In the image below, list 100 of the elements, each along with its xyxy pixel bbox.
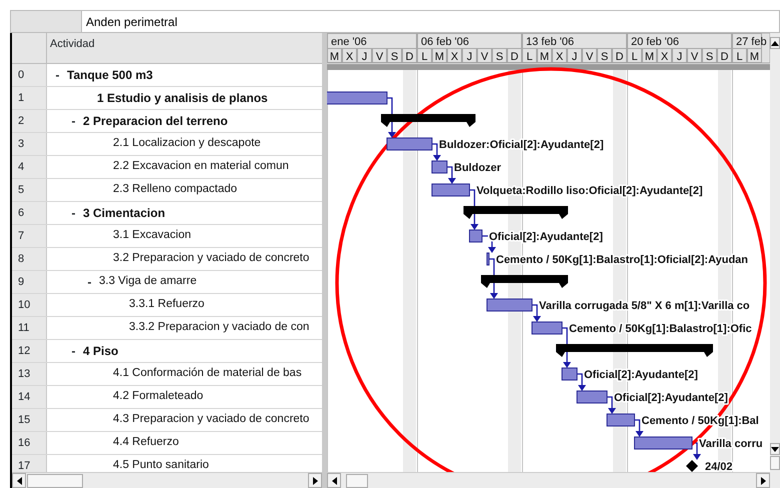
row-number: 2 — [12, 110, 47, 132]
scrollbar-thumb[interactable] — [346, 474, 368, 488]
row-number: 14 — [12, 386, 47, 408]
week-header: 20 feb '06 — [627, 33, 732, 49]
row-number: 0 — [12, 64, 47, 86]
scroll-down-button[interactable] — [770, 443, 780, 455]
scroll-left-button[interactable] — [12, 473, 26, 488]
resource-label: Varilla corrugada 5/8" X 6 m[1]:Varilla co — [539, 300, 750, 312]
task-bar[interactable] — [606, 414, 635, 426]
day-header: D — [612, 48, 627, 63]
activity-name: 4.4 Refuerzo — [113, 435, 179, 450]
day-header: X — [447, 48, 462, 63]
resource-label: Oficial[2]:Ayudante[2] — [489, 231, 603, 243]
scroll-right-button[interactable] — [756, 473, 770, 488]
column-header: Actividad — [49, 37, 96, 52]
day-header: M — [432, 48, 447, 63]
week-header: 27 feb — [732, 33, 767, 49]
activity-name: 4.1 Conformación de material de bas — [113, 366, 302, 382]
down-arrow-icon — [771, 446, 779, 452]
week-header: 06 feb '06 — [417, 33, 522, 49]
resource-label: Oficial[2]:Ayudante[2] — [584, 369, 698, 381]
dependency-arrow — [577, 373, 586, 391]
row-number: 5 — [12, 179, 47, 201]
horizontal-scrollbar[interactable] — [12, 472, 322, 488]
activity-name: 4.2 Formaleteado — [113, 389, 204, 404]
task-bar[interactable] — [486, 298, 532, 312]
left-arrow-icon — [16, 476, 22, 484]
collapse-toggle[interactable]: - — [69, 346, 78, 356]
resource-label: Varilla corru — [699, 438, 763, 450]
scrollbar-thumb[interactable] — [770, 456, 780, 470]
collapse-toggle[interactable]: - — [69, 116, 78, 126]
day-header: X — [657, 48, 672, 63]
dependency-arrow — [692, 442, 701, 460]
resource-label: Cemento / 50Kg[1]:Balastro[1]:Oficial[2]:Ayudan — [496, 254, 748, 266]
row-number: 7 — [12, 225, 47, 247]
task-bar[interactable] — [486, 252, 490, 266]
row-number: 1 — [12, 87, 47, 109]
activity-name: 3.2 Preparacion y vaciado de concreto — [113, 251, 310, 266]
task-bar[interactable] — [432, 160, 448, 174]
resource-label: Buldozer — [454, 162, 502, 174]
vertical-scrollbar[interactable] — [770, 33, 780, 488]
scroll-up-button[interactable] — [770, 37, 780, 49]
row-number: 12 — [12, 340, 47, 362]
resource-label: Volqueta:Rodillo liso:Oficial[2]:Ayudante[2] — [476, 185, 703, 197]
row-number: 9 — [12, 271, 47, 293]
day-header: M — [642, 48, 657, 63]
day-header: J — [567, 48, 582, 63]
row-number: 13 — [12, 363, 47, 385]
activity-name: 3.3.2 Preparacion y vaciado de con — [129, 320, 310, 336]
row-number: 11 — [12, 317, 47, 339]
dependency-arrow — [634, 419, 644, 437]
task-bar[interactable] — [562, 368, 578, 380]
task-bar[interactable] — [386, 138, 432, 150]
row-number: 3 — [12, 133, 47, 155]
task-bar[interactable] — [327, 92, 388, 104]
scroll-right-button[interactable] — [308, 473, 322, 488]
day-header: S — [387, 48, 402, 63]
task-bar[interactable] — [634, 436, 692, 450]
collapse-toggle[interactable]: - — [53, 70, 62, 80]
task-bar[interactable] — [432, 184, 470, 196]
row-number: 4 — [12, 156, 47, 178]
activity-name: 2 Preparacion del terreno — [83, 113, 228, 130]
horizontal-scrollbar[interactable] — [327, 472, 770, 488]
resource-label: Buldozer:Oficial[2]:Ayudante[2] — [439, 139, 604, 151]
day-header: X — [552, 48, 567, 63]
day-header: J — [672, 48, 687, 63]
day-header: D — [402, 48, 417, 63]
day-header: M — [537, 48, 552, 63]
day-header: V — [687, 48, 702, 63]
row-number: 8 — [12, 248, 47, 270]
project-name-field[interactable]: Anden perimetral — [82, 10, 780, 33]
right-arrow-icon — [312, 476, 318, 484]
scrollbar-thumb[interactable] — [27, 474, 83, 488]
day-header: V — [477, 48, 492, 63]
task-bar[interactable] — [532, 322, 562, 334]
day-header: J — [462, 48, 477, 63]
task-bar[interactable] — [576, 390, 608, 404]
activity-name: 3 Cimentacion — [83, 205, 166, 222]
right-arrow-icon — [760, 476, 766, 484]
collapse-toggle[interactable]: - — [69, 208, 78, 218]
week-header: ene '06 — [327, 33, 417, 49]
collapse-toggle[interactable]: - — [85, 276, 94, 288]
day-header: J — [357, 48, 372, 63]
day-header: S — [597, 48, 612, 63]
day-header: V — [372, 48, 387, 63]
activity-name: Tanque 500 m3 — [67, 67, 153, 84]
task-bar[interactable] — [469, 230, 482, 242]
day-header: L — [627, 48, 642, 63]
dependency-arrow — [432, 143, 441, 161]
row-number: 10 — [12, 294, 47, 316]
left-arrow-icon — [332, 476, 336, 484]
scroll-left-button[interactable] — [327, 473, 341, 488]
day-header: M — [747, 48, 762, 63]
activity-name: 3.1 Excavacion — [113, 228, 191, 244]
resource-label: 24/02 — [705, 461, 733, 472]
day-header: D — [507, 48, 522, 63]
activity-name: 2.3 Relleno compactado — [113, 182, 238, 198]
row-number: 6 — [12, 202, 47, 224]
day-header: M — [327, 48, 342, 63]
activity-name: 1 Estudio y analisis de planos — [97, 90, 268, 107]
